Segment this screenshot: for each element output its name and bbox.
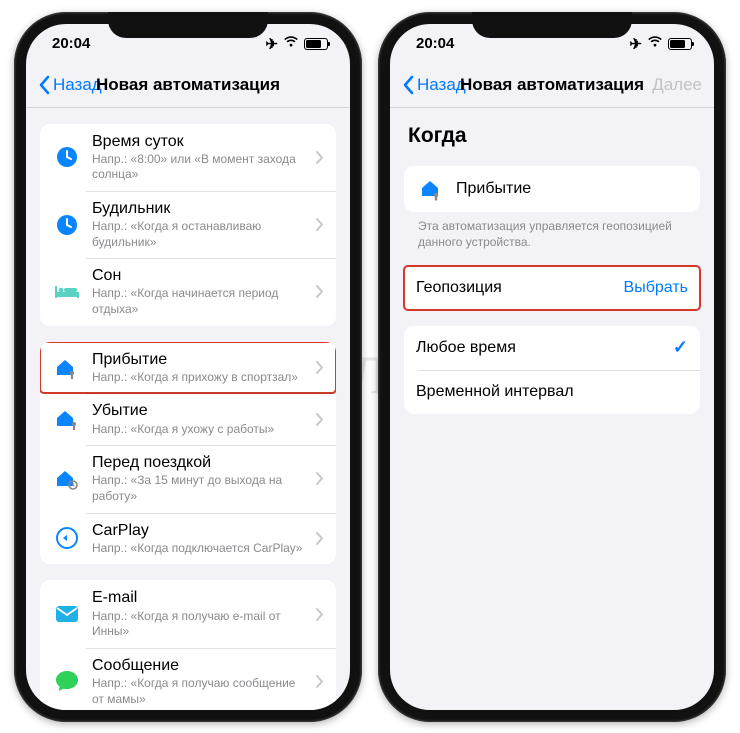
phone-left: 20:04 ✈︎ Назад Новая автоматизация [14, 12, 362, 722]
trigger-email[interactable]: E-mail Напр.: «Когда я получаю e-mail от… [40, 580, 336, 647]
cell-title: Будильник [92, 199, 310, 218]
mail-icon [52, 599, 82, 629]
chevron-right-icon [316, 608, 324, 621]
cell-title: Перед поездкой [92, 453, 310, 472]
cell-subtitle: Напр.: «Когда я получаю e-mail от Инны» [92, 609, 310, 640]
chevron-right-icon [316, 413, 324, 426]
nav-bar: Назад Новая автоматизация [26, 64, 350, 108]
clock-icon [52, 142, 82, 172]
back-label: Назад [417, 75, 466, 95]
cell-title: Время суток [92, 132, 310, 151]
trigger-leave[interactable]: Убытие Напр.: «Когда я ухожу с работы» [40, 393, 336, 445]
back-label: Назад [53, 75, 102, 95]
trigger-message[interactable]: Сообщение Напр.: «Когда я получаю сообще… [40, 648, 336, 710]
trigger-alarm[interactable]: Будильник Напр.: «Когда я останавливаю б… [40, 191, 336, 258]
cell-subtitle: Напр.: «Когда подключается CarPlay» [92, 541, 310, 557]
clock-icon [52, 210, 82, 240]
geoposition-label: Геопозиция [416, 278, 624, 297]
checkmark-icon: ✓ [673, 337, 688, 358]
cell-title: Убытие [92, 401, 310, 420]
section-when: Когда [404, 108, 700, 156]
cell-title: Прибытие [92, 350, 310, 369]
cell-subtitle: Напр.: «Когда я получаю сообщение от мам… [92, 676, 310, 707]
home-arrive-icon [52, 353, 82, 383]
airplane-icon: ✈︎ [629, 35, 642, 53]
back-button[interactable]: Назад [402, 75, 466, 95]
interval-cell[interactable]: Временной интервал [404, 370, 700, 414]
next-button[interactable]: Далее [652, 75, 702, 95]
bed-icon [52, 277, 82, 307]
cell-subtitle: Напр.: «Когда я останавливаю будильник» [92, 219, 310, 250]
cell-subtitle: Напр.: «Когда я ухожу с работы» [92, 422, 310, 438]
interval-label: Временной интервал [416, 382, 688, 401]
chevron-right-icon [316, 151, 324, 164]
anytime-cell[interactable]: Любое время ✓ [404, 326, 700, 370]
home-before-icon [52, 464, 82, 494]
battery-icon [668, 38, 692, 50]
anytime-label: Любое время [416, 338, 673, 357]
cell-subtitle: Напр.: «Когда я прихожу в спортзал» [92, 370, 310, 386]
carplay-icon [52, 523, 82, 553]
trigger-arrive[interactable]: Прибытие Напр.: «Когда я прихожу в спорт… [40, 342, 336, 394]
message-icon [52, 666, 82, 696]
trigger-time-of-day[interactable]: Время суток Напр.: «8:00» или «В момент … [40, 124, 336, 191]
status-time: 20:04 [52, 35, 90, 52]
wifi-icon [283, 35, 299, 52]
wifi-icon [647, 35, 663, 52]
back-button[interactable]: Назад [38, 75, 102, 95]
chevron-right-icon [316, 361, 324, 374]
notch [108, 12, 268, 38]
airplane-icon: ✈︎ [265, 35, 278, 53]
chevron-right-icon [316, 285, 324, 298]
chevron-right-icon [316, 532, 324, 545]
cell-subtitle: Напр.: «8:00» или «В момент захода солнц… [92, 152, 310, 183]
trigger-carplay[interactable]: CarPlay Напр.: «Когда подключается CarPl… [40, 513, 336, 565]
geoposition-action[interactable]: Выбрать [624, 279, 688, 297]
notch [472, 12, 632, 38]
cell-title: Сообщение [92, 656, 310, 675]
cell-title: E-mail [92, 588, 310, 607]
status-time: 20:04 [416, 35, 454, 52]
cell-subtitle: Напр.: «Когда начинается период отдыха» [92, 286, 310, 317]
cell-subtitle: Напр.: «За 15 минут до выхода на работу» [92, 473, 310, 504]
trigger-sleep[interactable]: Сон Напр.: «Когда начинается период отды… [40, 258, 336, 325]
cell-title: Сон [92, 266, 310, 285]
home-arrive-icon [416, 174, 446, 204]
cell-title: CarPlay [92, 521, 310, 540]
nav-bar: Назад Новая автоматизация Далее [390, 64, 714, 108]
phone-right: 20:04 ✈︎ Назад Новая автоматизация Далее [378, 12, 726, 722]
geoposition-cell[interactable]: Геопозиция Выбрать [404, 266, 700, 310]
chevron-right-icon [316, 472, 324, 485]
chevron-right-icon [316, 218, 324, 231]
home-leave-icon [52, 404, 82, 434]
when-arrive-label: Прибытие [456, 179, 688, 198]
when-arrive-cell[interactable]: Прибытие [404, 166, 700, 212]
chevron-right-icon [316, 675, 324, 688]
battery-icon [304, 38, 328, 50]
trigger-before-leave[interactable]: Перед поездкой Напр.: «За 15 минут до вы… [40, 445, 336, 512]
geo-footnote: Эта автоматизация управляется геопозицие… [404, 212, 700, 250]
